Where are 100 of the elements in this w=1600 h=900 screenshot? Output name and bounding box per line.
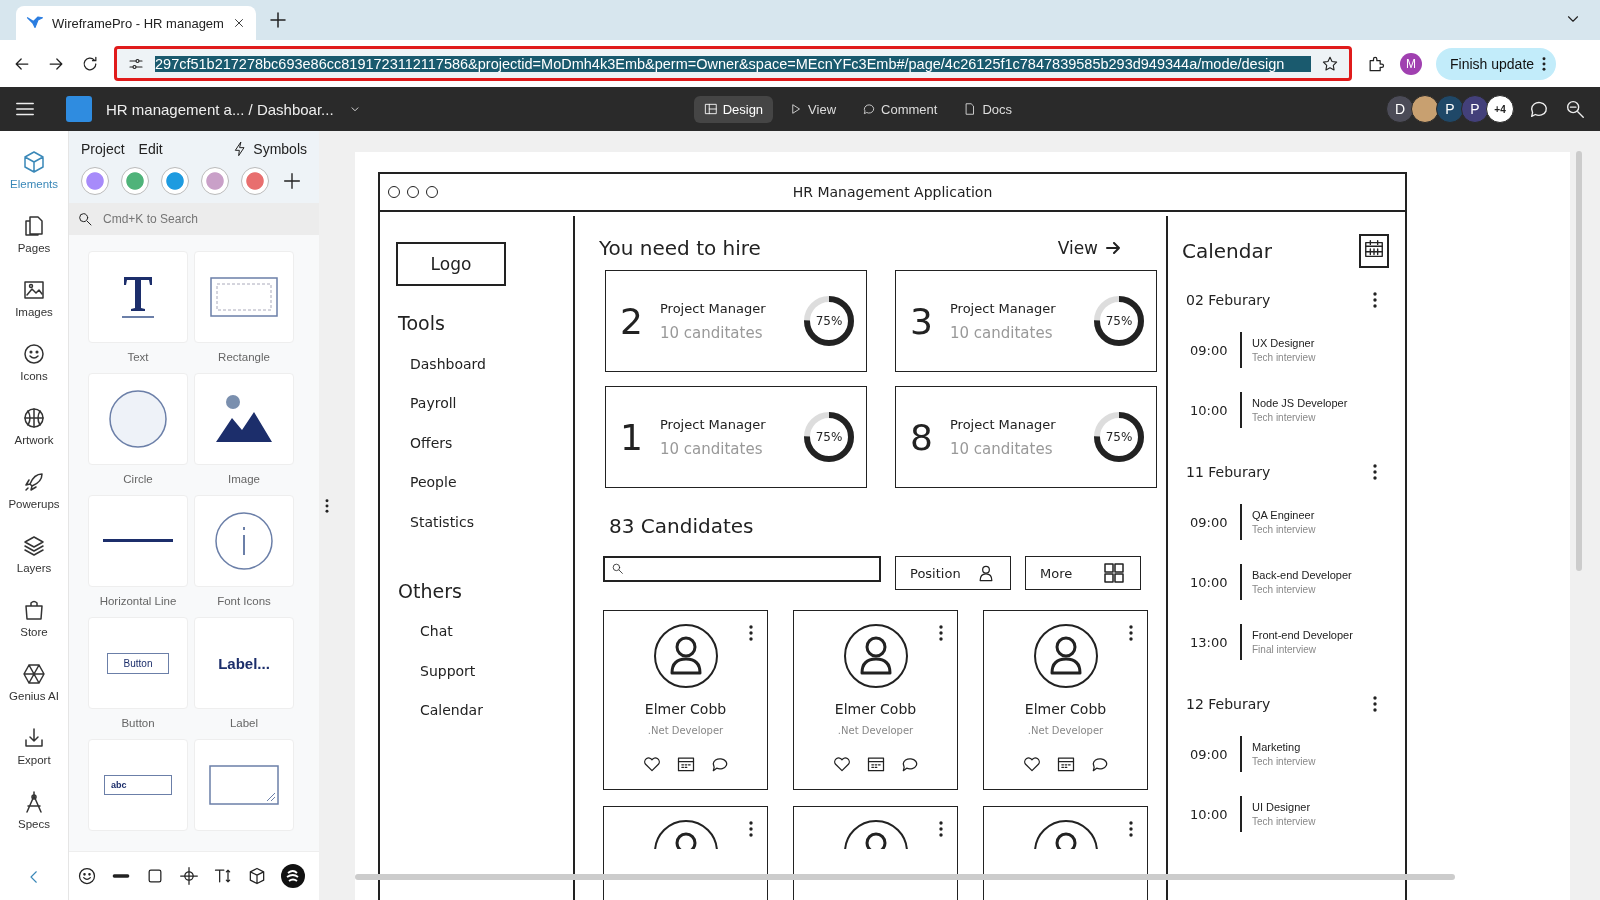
plugin-icon[interactable] xyxy=(161,167,189,195)
plugin-icon[interactable] xyxy=(121,167,149,195)
more-icon[interactable] xyxy=(1373,464,1377,480)
address-field[interactable]: 297cf51b217278bc693e86cc8191723112117586&projectid=MoDmh4k3Emb&perm=Owner&space=MEcnYFc3Emb#/page/4c26125f1c7847839585b293d949344a/mode/design xyxy=(114,46,1352,81)
nav-item[interactable]: People xyxy=(396,462,573,502)
more-icon[interactable] xyxy=(939,821,943,837)
logo-placeholder[interactable]: Logo xyxy=(396,242,506,286)
element-tile[interactable] xyxy=(194,495,294,587)
user-avatar[interactable]: P xyxy=(1461,95,1489,123)
element-tile[interactable] xyxy=(194,739,294,831)
symbols-link[interactable]: Symbols xyxy=(253,141,307,157)
rectangle-icon xyxy=(210,277,278,317)
more-icon[interactable] xyxy=(1129,625,1133,641)
rail-item[interactable]: Icons xyxy=(1,331,67,393)
event-type: Tech interview xyxy=(1252,584,1317,595)
user-avatar[interactable] xyxy=(1411,95,1439,123)
tile-label: Label xyxy=(229,717,259,731)
zoom-icon[interactable] xyxy=(1564,98,1586,120)
hiring-card[interactable]: 2 Project Manager 10 canditates 75% xyxy=(605,270,867,372)
brand-icon[interactable] xyxy=(281,864,305,888)
element-tile[interactable]: Label... xyxy=(194,617,294,709)
element-tile[interactable]: Button xyxy=(88,617,188,709)
rail-item[interactable]: Specs xyxy=(1,779,67,841)
nav-item[interactable]: Chat xyxy=(396,611,573,651)
candidate-name: Elmer Cobb xyxy=(644,701,727,717)
rail-item[interactable]: Export xyxy=(1,715,67,777)
nav-item[interactable]: Support xyxy=(396,651,573,691)
rail-item[interactable]: Artwork xyxy=(1,395,67,457)
plugin-icon[interactable] xyxy=(81,167,109,195)
tile-label: Rectangle xyxy=(218,351,270,365)
more-icon[interactable] xyxy=(749,625,753,641)
grid-icon xyxy=(1102,561,1126,585)
rail-item[interactable]: Genius AI xyxy=(1,651,67,713)
more-icon[interactable] xyxy=(1542,56,1547,71)
element-tile[interactable] xyxy=(194,251,294,343)
more-icon[interactable] xyxy=(749,821,753,837)
mode-tab[interactable]: Docs xyxy=(953,95,1023,123)
search-field[interactable] xyxy=(603,556,881,582)
panel-menu[interactable]: Edit xyxy=(138,141,163,157)
view-link[interactable]: View xyxy=(1051,237,1126,259)
line-icon xyxy=(103,539,173,543)
mode-tab[interactable]: Comment xyxy=(852,95,948,123)
candidate-card[interactable]: Elmer Cobb .Net Developer xyxy=(983,610,1148,790)
user-avatar[interactable]: D xyxy=(1386,95,1414,123)
drag-handle[interactable] xyxy=(325,499,329,513)
mode-tab[interactable]: View xyxy=(779,95,847,123)
text-area-icon xyxy=(209,765,279,805)
more-button[interactable]: More xyxy=(1025,556,1141,590)
browser-tab[interactable]: WireframePro - HR managem xyxy=(16,6,256,40)
panel-menu[interactable]: Project xyxy=(81,141,125,157)
plugin-icon[interactable] xyxy=(241,167,269,195)
update-button[interactable]: Finish update xyxy=(1436,47,1557,80)
section-heading: You need to hire xyxy=(599,236,761,260)
profile-avatar[interactable]: M xyxy=(1400,52,1422,75)
rail-item[interactable]: Layers xyxy=(1,523,67,585)
candidate-card[interactable]: Elmer Cobb .Net Developer xyxy=(793,610,958,790)
move-icon[interactable] xyxy=(179,866,199,886)
more-icon[interactable] xyxy=(1129,821,1133,837)
more-icon[interactable] xyxy=(1373,292,1377,308)
event-title: Node JS Developer xyxy=(1252,397,1348,409)
nav-item[interactable]: Offers xyxy=(396,423,573,463)
calendar-icon[interactable] xyxy=(1363,238,1385,260)
plus-icon[interactable] xyxy=(281,170,303,192)
nav-item[interactable]: Payroll xyxy=(396,383,573,423)
hiring-card[interactable]: 1 Project Manager 10 canditates 75% xyxy=(605,386,867,488)
more-icon[interactable] xyxy=(939,625,943,641)
breadcrumb[interactable]: HR management a... / Dashboar... xyxy=(106,100,334,118)
heart-icon[interactable] xyxy=(641,754,662,774)
element-tile[interactable] xyxy=(194,373,294,465)
heart-icon[interactable] xyxy=(831,754,852,774)
hiring-card[interactable]: 3 Project Manager 10 canditates 75% xyxy=(895,270,1157,372)
element-tile[interactable] xyxy=(88,251,188,343)
heart-icon[interactable] xyxy=(1021,754,1042,774)
smiley-icon[interactable] xyxy=(77,866,97,886)
star-icon[interactable] xyxy=(1321,54,1339,73)
more-users-count[interactable]: +4 xyxy=(1486,95,1514,123)
block-icon[interactable] xyxy=(247,866,267,886)
rail-item[interactable]: Elements xyxy=(1,139,67,201)
hiring-card[interactable]: 8 Project Manager 10 canditates 75% xyxy=(895,386,1157,488)
mode-tab[interactable]: Design xyxy=(693,95,774,123)
user-avatar[interactable]: P xyxy=(1436,95,1464,123)
rail-item[interactable]: Store xyxy=(1,587,67,649)
more-icon[interactable] xyxy=(1373,696,1377,712)
element-tile[interactable] xyxy=(88,495,188,587)
event-time: 10:00 xyxy=(1189,806,1229,822)
rail-item[interactable]: Pages xyxy=(1,203,67,265)
nav-item[interactable]: Dashboard xyxy=(396,344,573,384)
info-icon xyxy=(214,511,274,571)
position-button[interactable]: Position xyxy=(895,556,1011,590)
rail-item[interactable]: Powerups xyxy=(1,459,67,521)
element-tile[interactable] xyxy=(88,373,188,465)
search-field[interactable]: Cmd+K to Search xyxy=(69,203,319,235)
nav-item[interactable]: Calendar xyxy=(396,690,573,730)
element-tile[interactable]: abc xyxy=(88,739,188,831)
progress-ring xyxy=(802,410,856,464)
arrow-icon xyxy=(1106,242,1120,254)
candidate-card[interactable]: Elmer Cobb .Net Developer xyxy=(603,610,768,790)
event-type: Tech interview xyxy=(1252,352,1316,363)
rail-item[interactable]: Images xyxy=(1,267,67,329)
nav-item[interactable]: Statistics xyxy=(396,502,573,542)
